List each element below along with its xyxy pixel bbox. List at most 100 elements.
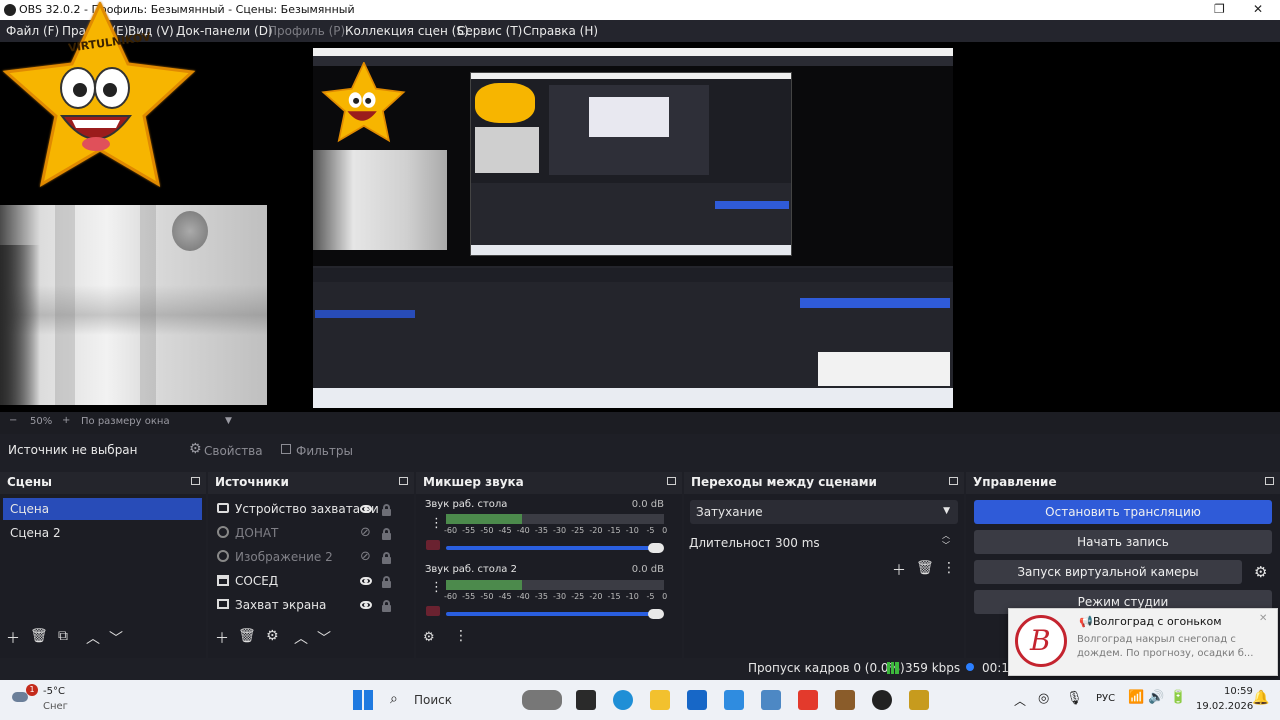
- spin-icon[interactable]: ︿ ﹀: [942, 531, 950, 551]
- add-transition-icon[interactable]: ＋: [892, 560, 906, 580]
- lock-icon[interactable]: [382, 600, 391, 612]
- notifications-icon[interactable]: 🔔: [1252, 690, 1269, 706]
- mute-icon[interactable]: [426, 606, 440, 616]
- notification-toast[interactable]: B 📢 Волгоград с огоньком Волгоград накры…: [1008, 608, 1278, 676]
- photos-icon[interactable]: [761, 690, 781, 710]
- transition-menu-icon[interactable]: ⋮: [942, 560, 956, 576]
- stop-stream-button[interactable]: Остановить трансляцию: [974, 500, 1272, 524]
- close-icon[interactable]: ✕: [1259, 613, 1267, 624]
- source-item[interactable]: Устройство захвата ви: [208, 498, 414, 520]
- start-record-button[interactable]: Начать запись: [974, 530, 1272, 554]
- eye-hidden-icon[interactable]: ⊘: [360, 525, 371, 540]
- zoom-out-button[interactable]: −: [9, 415, 17, 426]
- start-icon[interactable]: [353, 690, 373, 710]
- scene-filters-icon[interactable]: ⧉: [58, 628, 68, 644]
- obs-icon[interactable]: [872, 690, 892, 710]
- menu-tools[interactable]: Сервис (T): [457, 24, 522, 38]
- menu-scene-collection[interactable]: Коллекция сцен (S): [345, 24, 469, 38]
- undock-icon[interactable]: [191, 477, 200, 485]
- add-scene-icon[interactable]: ＋: [6, 628, 20, 648]
- taskbar-search[interactable]: ⌕ Поиск: [384, 687, 534, 713]
- channel-menu-icon[interactable]: ⋮: [430, 580, 443, 595]
- game-icon[interactable]: [835, 690, 855, 710]
- mixer-channel-db: 0.0 dB: [631, 499, 664, 510]
- lock-icon[interactable]: [382, 504, 391, 516]
- eye-hidden-icon[interactable]: ⊘: [360, 549, 371, 564]
- store-icon[interactable]: [687, 690, 707, 710]
- scene-item-scene-2[interactable]: Сцена 2: [3, 522, 202, 544]
- duration-input[interactable]: 300 ms ︿ ﹀: [770, 531, 956, 553]
- mixer-header: Микшер звука: [416, 472, 682, 492]
- move-up-icon[interactable]: ︿: [294, 628, 308, 648]
- undock-icon[interactable]: [1265, 477, 1274, 485]
- microphone-icon[interactable]: 🎙: [1066, 691, 1083, 706]
- wifi-icon[interactable]: 📶: [1128, 690, 1144, 705]
- virtual-camera-button[interactable]: Запуск виртуальной камеры: [974, 560, 1242, 584]
- volume-slider[interactable]: [446, 546, 660, 550]
- gear-icon[interactable]: ⚙: [1254, 563, 1267, 581]
- lock-icon[interactable]: [382, 576, 391, 588]
- source-item[interactable]: Изображение 2 ⊘: [208, 546, 414, 568]
- sources-title: Источники: [215, 475, 289, 489]
- advanced-audio-icon[interactable]: ⚙: [423, 630, 435, 645]
- volume-slider[interactable]: [446, 612, 660, 616]
- image-icon: [217, 550, 229, 562]
- volume-slider-handle[interactable]: [648, 543, 664, 553]
- move-up-icon[interactable]: ︿: [86, 628, 100, 648]
- outlook-icon[interactable]: [724, 690, 744, 710]
- remove-scene-icon[interactable]: 🗑: [30, 628, 48, 644]
- chevron-down-icon: ▼: [943, 506, 950, 516]
- remove-transition-icon[interactable]: 🗑: [916, 560, 934, 576]
- controls-header: Управление: [966, 472, 1280, 492]
- tray-app-icon[interactable]: ◎: [1038, 691, 1049, 706]
- close-icon[interactable]: ✕: [1253, 2, 1263, 16]
- source-item[interactable]: Захват экрана: [208, 594, 414, 616]
- globe-icon: [217, 526, 229, 538]
- remove-source-icon[interactable]: 🗑: [238, 628, 256, 644]
- language-indicator[interactable]: РУС: [1096, 693, 1115, 704]
- eye-icon[interactable]: [360, 577, 372, 585]
- menu-help[interactable]: Справка (H): [523, 24, 598, 38]
- zoom-mode-select[interactable]: По размеру окна: [81, 416, 170, 427]
- source-item[interactable]: СОСЕД: [208, 570, 414, 592]
- eye-icon[interactable]: [360, 505, 372, 513]
- duration-value: 300 ms: [775, 536, 820, 550]
- screen-capture-preview: [313, 48, 953, 408]
- yandex-icon[interactable]: [798, 690, 818, 710]
- app-icon[interactable]: [909, 690, 929, 710]
- task-view-icon[interactable]: [576, 690, 596, 710]
- volume-meter: [446, 580, 664, 590]
- lock-icon[interactable]: [382, 528, 391, 540]
- transitions-dock: Переходы между сценами Затухание ▼ Длите…: [684, 472, 964, 658]
- battery-icon[interactable]: 🔋: [1170, 690, 1186, 705]
- restore-icon[interactable]: ❐: [1214, 2, 1225, 16]
- transition-select[interactable]: Затухание ▼: [690, 500, 958, 524]
- mute-icon[interactable]: [426, 540, 440, 550]
- source-item[interactable]: ДОНАТ ⊘: [208, 522, 414, 544]
- filters-button[interactable]: Фильтры: [296, 444, 353, 458]
- weather-desc: Снег: [43, 701, 68, 712]
- move-down-icon[interactable]: ﹀: [317, 628, 331, 648]
- source-properties-icon[interactable]: ⚙: [266, 628, 279, 644]
- volume-icon[interactable]: 🔊: [1148, 690, 1164, 705]
- chevron-down-icon[interactable]: ▼: [225, 416, 232, 426]
- eye-icon[interactable]: [360, 601, 372, 609]
- undock-icon[interactable]: [949, 477, 958, 485]
- undock-icon[interactable]: [399, 477, 408, 485]
- mixer-menu-icon[interactable]: ⋮: [454, 628, 468, 644]
- channel-menu-icon[interactable]: ⋮: [430, 516, 443, 531]
- explorer-icon[interactable]: [650, 690, 670, 710]
- move-down-icon[interactable]: ﹀: [109, 628, 123, 648]
- zoom-in-button[interactable]: +: [62, 415, 70, 426]
- weather-widget[interactable]: 1: [8, 684, 38, 710]
- properties-button[interactable]: Свойства: [204, 444, 263, 458]
- edge-icon[interactable]: [613, 690, 633, 710]
- duration-label: Длительность: [689, 536, 779, 550]
- undock-icon[interactable]: [667, 477, 676, 485]
- scene-item-scene[interactable]: Сцена: [3, 498, 202, 520]
- add-source-icon[interactable]: ＋: [215, 628, 229, 648]
- volume-slider-handle[interactable]: [648, 609, 664, 619]
- chevron-up-icon[interactable]: ︿: [1014, 692, 1026, 709]
- lock-icon[interactable]: [382, 552, 391, 564]
- menu-profile[interactable]: Профиль (P): [268, 24, 345, 38]
